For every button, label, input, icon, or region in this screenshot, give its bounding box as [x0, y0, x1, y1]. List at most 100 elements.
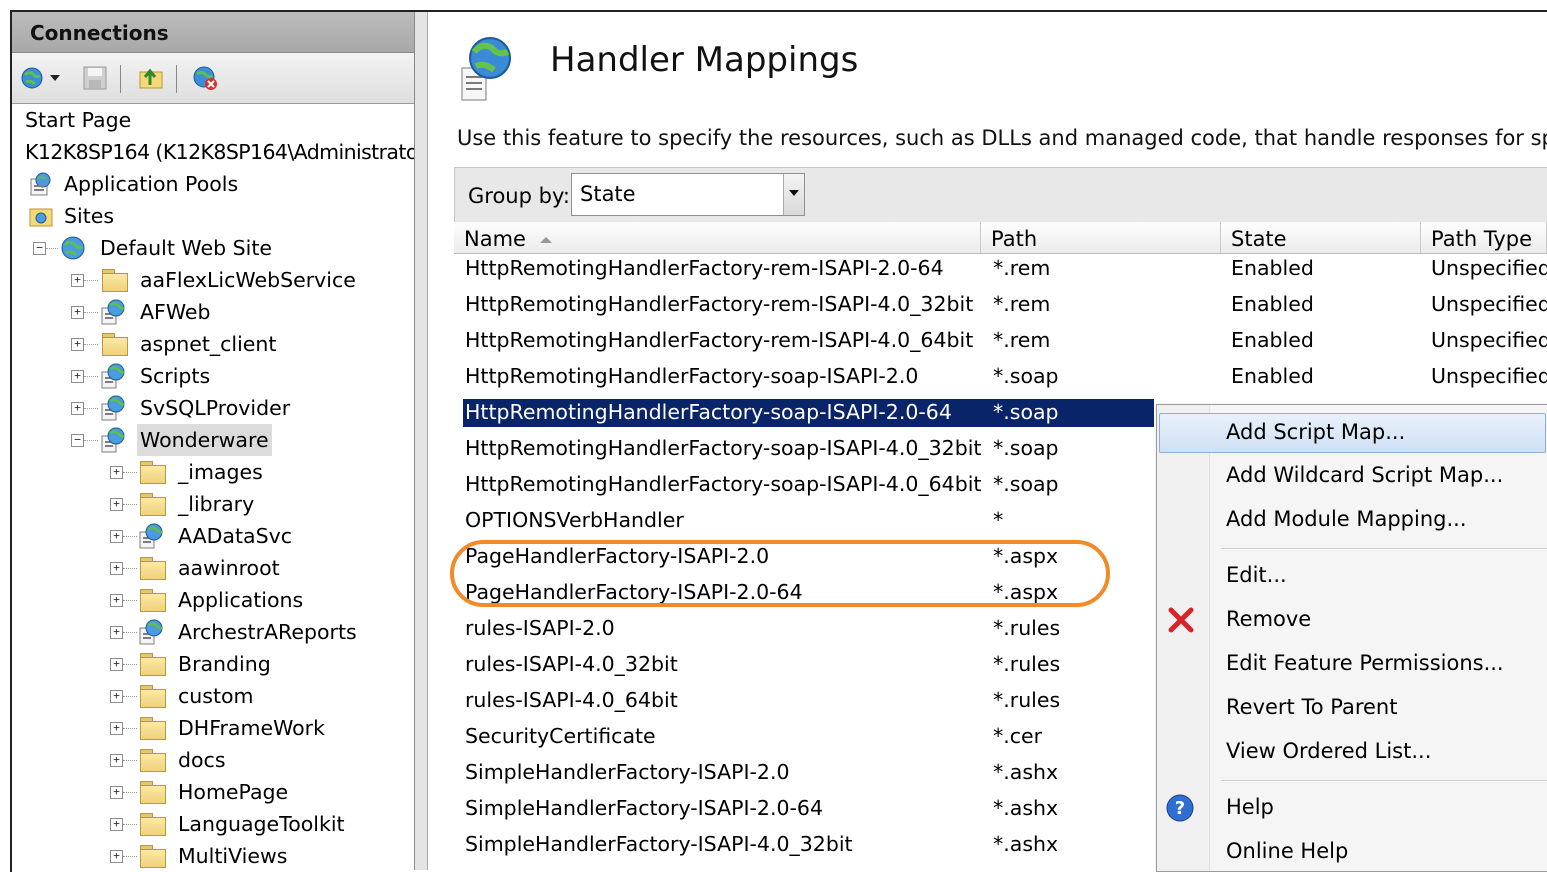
cell-name: SimpleHandlerFactory-ISAPI-4.0_32bit: [465, 832, 853, 856]
folder-icon: [140, 845, 166, 868]
group-by-bar: Group by: State: [454, 167, 1547, 229]
annotation-highlight-ellipse: [450, 540, 1110, 607]
cell-path: *.rules: [993, 616, 1061, 640]
expand-toggle[interactable]: +: [110, 562, 123, 575]
menu-item-revert-to-parent[interactable]: Revert To Parent: [1157, 688, 1547, 728]
expand-toggle[interactable]: +: [71, 402, 84, 415]
cell-name: SimpleHandlerFactory-ISAPI-2.0-64: [465, 796, 823, 820]
folder-icon: [140, 781, 166, 804]
web-app-icon: [101, 395, 125, 421]
cell-name: HttpRemotingHandlerFactory-soap-ISAPI-4.…: [465, 472, 982, 496]
group-by-label: Group by:: [468, 184, 570, 208]
tree-item-label: custom: [178, 684, 254, 708]
cell-name: rules-ISAPI-4.0_32bit: [465, 652, 678, 676]
cell-path: *.ashx: [993, 796, 1059, 820]
cell-path: *.ashx: [993, 760, 1059, 784]
menu-item-edit-feature-permissions[interactable]: Edit Feature Permissions...: [1157, 644, 1547, 684]
column-header-state[interactable]: State: [1221, 222, 1421, 253]
menu-item-view-ordered-list[interactable]: View Ordered List...: [1157, 732, 1547, 772]
cell-state: Enabled: [1231, 256, 1314, 280]
folder-icon: [140, 557, 166, 580]
tree-item-label: Branding: [178, 652, 271, 676]
web-app-icon: [101, 427, 125, 453]
menu-item-add-module-mapping[interactable]: Add Module Mapping...: [1157, 500, 1547, 540]
page-description: Use this feature to specify the resource…: [457, 126, 1547, 150]
folder-icon: [140, 461, 166, 484]
menu-separator: [1221, 548, 1547, 550]
expand-toggle[interactable]: +: [110, 626, 123, 639]
cell-path: *.cer: [993, 724, 1043, 748]
expand-toggle[interactable]: +: [110, 530, 123, 543]
expand-toggle[interactable]: +: [71, 306, 84, 319]
connections-pane: Connections Start Page K12K8SP164 (K12K8…: [12, 12, 415, 870]
save-icon[interactable]: [82, 65, 108, 91]
chevron-down-icon[interactable]: [50, 75, 60, 83]
handler-mapping-row[interactable]: HttpRemotingHandlerFactory-rem-ISAPI-2.0…: [454, 253, 1547, 289]
folder-icon: [102, 269, 128, 292]
cell-path: *: [993, 508, 1004, 532]
group-by-select[interactable]: State: [571, 173, 805, 216]
dropdown-arrow-icon[interactable]: [783, 174, 804, 215]
web-app-icon: [139, 619, 163, 645]
list-header: Name Path State Path Type: [454, 222, 1547, 254]
expand-toggle[interactable]: +: [110, 658, 123, 671]
cell-path: *.soap: [993, 436, 1059, 460]
tree-item-label: Wonderware: [137, 424, 272, 456]
cell-name: SimpleHandlerFactory-ISAPI-2.0: [465, 760, 790, 784]
cell-name: SecurityCertificate: [465, 724, 656, 748]
expand-toggle[interactable]: +: [110, 594, 123, 607]
expand-toggle[interactable]: +: [110, 754, 123, 767]
disconnect-icon[interactable]: [192, 65, 218, 91]
handler-mapping-row[interactable]: HttpRemotingHandlerFactory-soap-ISAPI-2.…: [454, 361, 1547, 397]
svg-text:?: ?: [1175, 798, 1185, 819]
expand-toggle[interactable]: +: [110, 818, 123, 831]
expand-toggle[interactable]: +: [71, 338, 84, 351]
collapse-toggle[interactable]: −: [71, 434, 84, 447]
cell-path: *.rules: [993, 652, 1061, 676]
menu-item-edit[interactable]: Edit...: [1157, 556, 1547, 596]
column-header-name[interactable]: Name: [454, 222, 981, 253]
folder-icon: [140, 653, 166, 676]
expand-toggle[interactable]: +: [71, 370, 84, 383]
cell-path-type: Unspecified: [1431, 364, 1547, 388]
tree-item-label: MultiViews: [178, 844, 288, 868]
cell-path: *.rem: [993, 256, 1051, 280]
folder-icon: [140, 685, 166, 708]
cell-state: Enabled: [1231, 328, 1314, 352]
tree-item-label: LanguageToolkit: [178, 812, 345, 836]
handler-mapping-row[interactable]: HttpRemotingHandlerFactory-rem-ISAPI-4.0…: [454, 325, 1547, 361]
menu-item-online-help[interactable]: Online Help: [1157, 832, 1547, 872]
connect-icon[interactable]: [20, 65, 46, 91]
menu-item-add-script-map[interactable]: Add Script Map...: [1157, 413, 1547, 453]
up-folder-icon[interactable]: [138, 65, 164, 91]
tree-item-label: ArchestrAReports: [178, 620, 357, 644]
cell-path: *.rem: [993, 328, 1051, 352]
menu-item-help[interactable]: ? Help: [1157, 788, 1547, 828]
handler-mapping-row[interactable]: HttpRemotingHandlerFactory-rem-ISAPI-4.0…: [454, 289, 1547, 325]
cell-name: rules-ISAPI-4.0_64bit: [465, 688, 678, 712]
column-header-path[interactable]: Path: [981, 222, 1221, 253]
folder-icon: [140, 589, 166, 612]
web-app-icon: [101, 363, 125, 389]
collapse-toggle[interactable]: −: [33, 242, 46, 255]
expand-toggle[interactable]: +: [110, 850, 123, 863]
menu-item-add-wildcard-script-map[interactable]: Add Wildcard Script Map...: [1157, 456, 1547, 496]
cell-name: HttpRemotingHandlerFactory-rem-ISAPI-2.0…: [465, 256, 944, 280]
expand-toggle[interactable]: +: [110, 722, 123, 735]
sites-folder-icon: [29, 208, 53, 227]
expand-toggle[interactable]: +: [110, 786, 123, 799]
folder-icon: [140, 493, 166, 516]
menu-item-remove[interactable]: Remove: [1157, 600, 1547, 640]
tree-item-label: Scripts: [140, 364, 211, 388]
pane-splitter[interactable]: [415, 12, 428, 870]
toolbar-separator: [120, 65, 121, 93]
folder-icon: [140, 749, 166, 772]
expand-toggle[interactable]: +: [110, 690, 123, 703]
help-icon: ?: [1166, 794, 1194, 822]
expand-toggle[interactable]: +: [71, 274, 84, 287]
expand-toggle[interactable]: +: [110, 466, 123, 479]
cell-path-type: Unspecified: [1431, 256, 1547, 280]
cell-path: *.rules: [993, 688, 1061, 712]
column-header-path-type[interactable]: Path Type: [1421, 222, 1547, 253]
expand-toggle[interactable]: +: [110, 498, 123, 511]
